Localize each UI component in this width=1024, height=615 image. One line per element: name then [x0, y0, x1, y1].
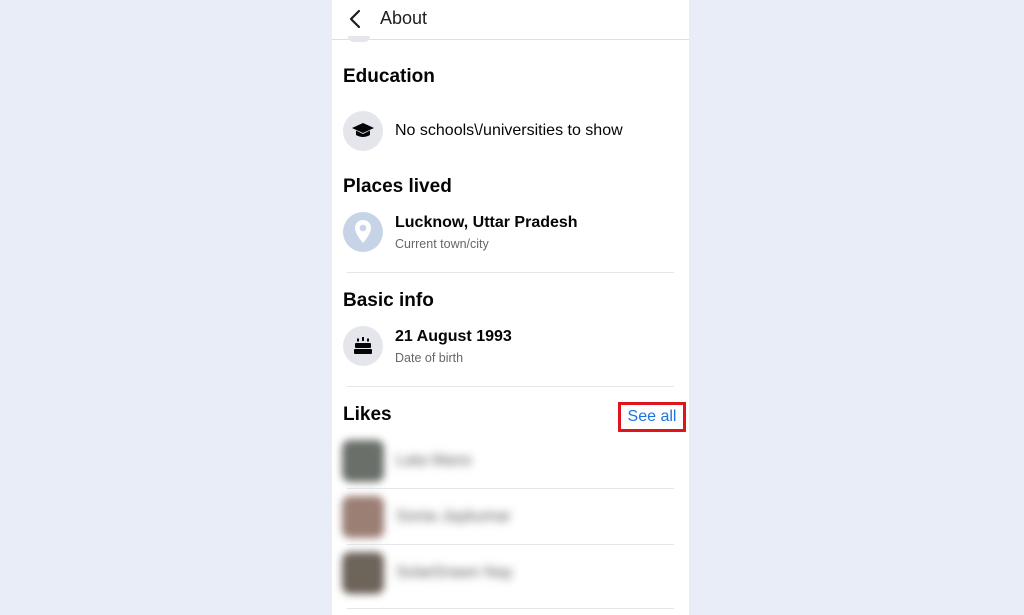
education-icon-circle [343, 111, 383, 151]
like-item[interactable]: SolarDrawn Nay [332, 546, 689, 602]
like-item[interactable]: Sonia Jaykumar [332, 490, 689, 546]
like-avatar [342, 552, 384, 594]
places-lived-heading: Places lived [343, 176, 452, 197]
graduation-cap-icon [352, 123, 374, 137]
about-screen: About Education No schools\/universities… [332, 0, 689, 615]
divider [347, 608, 674, 609]
current-city-label: Current town/city [395, 237, 489, 251]
like-avatar [342, 440, 384, 482]
see-all-link[interactable]: See all [618, 402, 686, 432]
back-arrow-icon[interactable] [346, 8, 366, 30]
basic-info-heading: Basic info [343, 290, 434, 311]
top-bar: About [332, 0, 689, 40]
birth-date-label: Date of birth [395, 351, 464, 365]
like-name: Lata Mano [396, 452, 472, 469]
like-name: Sonia Jaykumar [396, 508, 511, 525]
scroll-peek [348, 36, 370, 42]
divider [347, 544, 674, 545]
likes-heading: Likes [343, 404, 392, 425]
divider [347, 488, 674, 489]
education-heading: Education [343, 66, 435, 87]
like-name: SolarDrawn Nay [396, 564, 513, 581]
like-avatar [342, 496, 384, 538]
location-icon-circle [343, 212, 383, 252]
current-city[interactable]: Lucknow, Uttar Pradesh [395, 214, 578, 232]
location-pin-icon [355, 220, 371, 243]
like-item[interactable]: Lata Mano [332, 434, 689, 490]
birthday-icon-circle [343, 326, 383, 366]
birth-date: 21 August 1993 [395, 328, 512, 345]
no-schools-text: No schools\/universities to show [395, 122, 623, 139]
divider [347, 272, 674, 273]
divider [347, 386, 674, 387]
birthday-cake-icon [354, 337, 372, 354]
page-title: About [380, 8, 428, 28]
